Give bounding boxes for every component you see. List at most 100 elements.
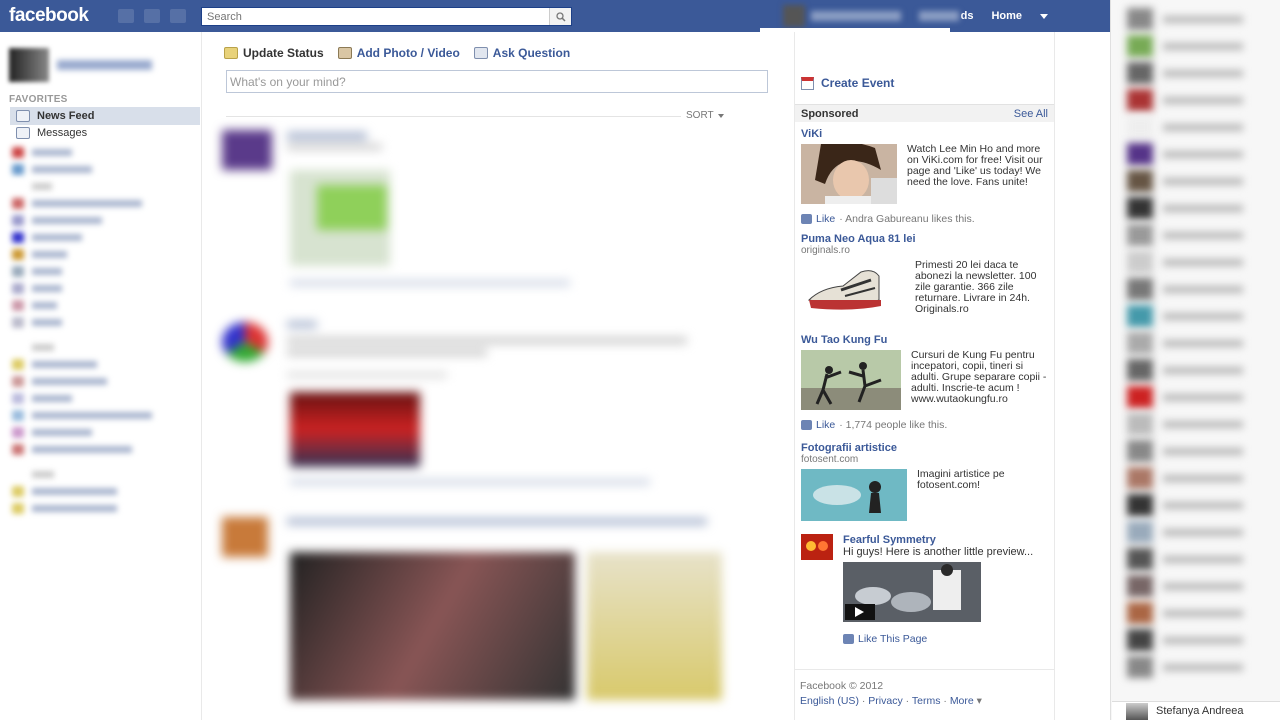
chat-contact[interactable] xyxy=(1127,575,1243,597)
ad-title[interactable]: Fearful Symmetry xyxy=(843,534,1033,546)
ad-puma: Puma Neo Aqua 81 lei originals.ro Primes… xyxy=(801,233,1051,323)
footer-links: English (US) · Privacy · Terms · More ▾ xyxy=(800,695,982,707)
feed-story-blurred xyxy=(222,512,762,720)
chat-contact[interactable] xyxy=(1127,224,1243,246)
see-all-link[interactable]: See All xyxy=(1014,108,1048,120)
chat-contact[interactable] xyxy=(1127,62,1243,84)
like-page-link[interactable]: Like This Page xyxy=(858,633,927,645)
chat-contact[interactable] xyxy=(1127,35,1243,57)
ad-url: fotosent.com xyxy=(801,454,859,465)
chat-contact[interactable] xyxy=(1127,386,1243,408)
avatar xyxy=(782,5,805,27)
ad-image[interactable] xyxy=(801,469,907,524)
chat-contact[interactable] xyxy=(1127,629,1243,651)
ad-social-text: · Andra Gabureanu likes this. xyxy=(839,213,975,225)
ad-social-text: · 1,774 people like this. xyxy=(839,419,948,431)
facebook-logo[interactable]: facebook xyxy=(9,5,89,27)
chat-contact[interactable] xyxy=(1127,305,1243,327)
chat-contact[interactable] xyxy=(1127,197,1243,219)
feed-story-blurred xyxy=(222,130,762,300)
update-status-button[interactable]: Update Status xyxy=(224,46,324,60)
chat-contact[interactable] xyxy=(1127,656,1243,678)
photo-icon xyxy=(337,47,352,59)
chat-contact[interactable] xyxy=(1127,467,1243,489)
footer-link-privacy[interactable]: Privacy xyxy=(868,695,902,707)
profile-link[interactable] xyxy=(782,5,901,27)
ad-text: Watch Lee Min Ho and more on ViKi.com fo… xyxy=(907,143,1043,188)
ad-text: Hi guys! Here is another little preview.… xyxy=(843,546,1034,558)
ad-image[interactable] xyxy=(801,350,901,413)
status-input[interactable]: What's on your mind? xyxy=(226,70,768,93)
ad-video-thumbnail[interactable] xyxy=(843,562,1033,625)
chat-contact[interactable] xyxy=(1127,170,1243,192)
chat-contact[interactable] xyxy=(1127,116,1243,138)
favorites-header: FAVORITES xyxy=(9,94,68,105)
home-link[interactable]: Home xyxy=(991,10,1022,22)
add-photo-video-button[interactable]: Add Photo / Video xyxy=(337,46,460,60)
chat-contact[interactable] xyxy=(1127,494,1243,516)
like-link[interactable]: Like xyxy=(816,419,835,431)
profile-name-blurred xyxy=(810,11,901,21)
question-icon xyxy=(473,47,488,59)
footer-link-terms[interactable]: Terms xyxy=(912,695,941,707)
calendar-icon xyxy=(801,76,814,90)
ad-title[interactable]: Fotografii artistice xyxy=(801,442,1051,454)
sidebar-item-messages[interactable]: Messages xyxy=(10,124,200,142)
notifications-icon[interactable] xyxy=(170,9,186,23)
ask-question-button[interactable]: Ask Question xyxy=(473,46,570,60)
ad-image[interactable] xyxy=(801,141,897,207)
chat-contact[interactable] xyxy=(1127,332,1243,354)
sidebar-item-news-feed[interactable]: News Feed xyxy=(10,107,200,125)
divider xyxy=(795,669,1054,670)
chat-contact[interactable] xyxy=(1127,278,1243,300)
messages-icon[interactable] xyxy=(144,9,160,23)
chat-contact-stefanya[interactable]: Stefanya Andreea xyxy=(1112,701,1280,720)
account-menu-chevron-down-icon[interactable] xyxy=(1040,13,1048,19)
sidebar-item-label: News Feed xyxy=(37,110,95,122)
sidebar-profile[interactable] xyxy=(9,48,152,82)
like-link[interactable]: Like xyxy=(816,213,835,225)
page-avatar[interactable] xyxy=(801,534,833,645)
ad-text: Cursuri de Kung Fu pentru incepatori, co… xyxy=(911,349,1047,405)
find-friends-link[interactable]: ds xyxy=(918,10,973,22)
chat-sidebar xyxy=(1110,0,1280,720)
ad-fotosent: Fotografii artistice fotosent.com Imagin… xyxy=(801,442,1051,524)
ad-title[interactable]: Wu Tao Kung Fu xyxy=(801,334,1051,346)
friend-requests-icon[interactable] xyxy=(118,9,134,23)
left-sidebar: FAVORITES News Feed Messages xyxy=(0,32,201,720)
chat-contact-name: Stefanya Andreea xyxy=(1156,705,1244,717)
profile-name-blurred xyxy=(57,60,152,70)
news-feed-column: Update Status Add Photo / Video Ask Ques… xyxy=(201,32,794,720)
chat-contact[interactable] xyxy=(1127,602,1243,624)
sort-menu[interactable]: SORT xyxy=(686,110,724,121)
chat-contact[interactable] xyxy=(1127,8,1243,30)
chat-contact[interactable] xyxy=(1127,521,1243,543)
avatar xyxy=(1126,702,1148,720)
search-icon[interactable] xyxy=(549,8,571,25)
chat-contact[interactable] xyxy=(1127,413,1243,435)
right-sidebar: Create Event Sponsored See All ViKi Watc… xyxy=(794,32,1055,720)
thumbs-up-icon xyxy=(801,420,812,430)
search-input[interactable] xyxy=(202,8,549,25)
chat-contact[interactable] xyxy=(1127,251,1243,273)
ad-viki: ViKi Watch Lee Min Ho and more on ViKi.c… xyxy=(801,128,1051,225)
ad-title[interactable]: ViKi xyxy=(801,128,1051,140)
chat-contact[interactable] xyxy=(1127,548,1243,570)
sponsored-header: Sponsored See All xyxy=(795,104,1054,122)
messages-icon xyxy=(16,127,30,139)
chat-contact[interactable] xyxy=(1127,440,1243,462)
news-feed-icon xyxy=(16,110,30,122)
footer-link-language[interactable]: English (US) xyxy=(800,695,859,707)
footer-link-more[interactable]: More xyxy=(950,695,974,707)
chat-contact[interactable] xyxy=(1127,359,1243,381)
ad-title[interactable]: Puma Neo Aqua 81 lei xyxy=(801,233,1051,245)
chat-contact[interactable] xyxy=(1127,89,1243,111)
footer-copyright: Facebook © 2012 xyxy=(800,680,884,692)
create-event-button[interactable]: Create Event xyxy=(801,76,894,90)
avatar xyxy=(9,48,49,82)
ad-image[interactable] xyxy=(801,260,905,323)
chat-contact[interactable] xyxy=(1127,143,1243,165)
ad-url: originals.ro xyxy=(801,245,850,256)
composer-tabs: Update Status Add Photo / Video Ask Ques… xyxy=(224,46,570,60)
ad-wu-tao: Wu Tao Kung Fu Cursuri de Kung Fu pentru… xyxy=(801,334,1051,431)
